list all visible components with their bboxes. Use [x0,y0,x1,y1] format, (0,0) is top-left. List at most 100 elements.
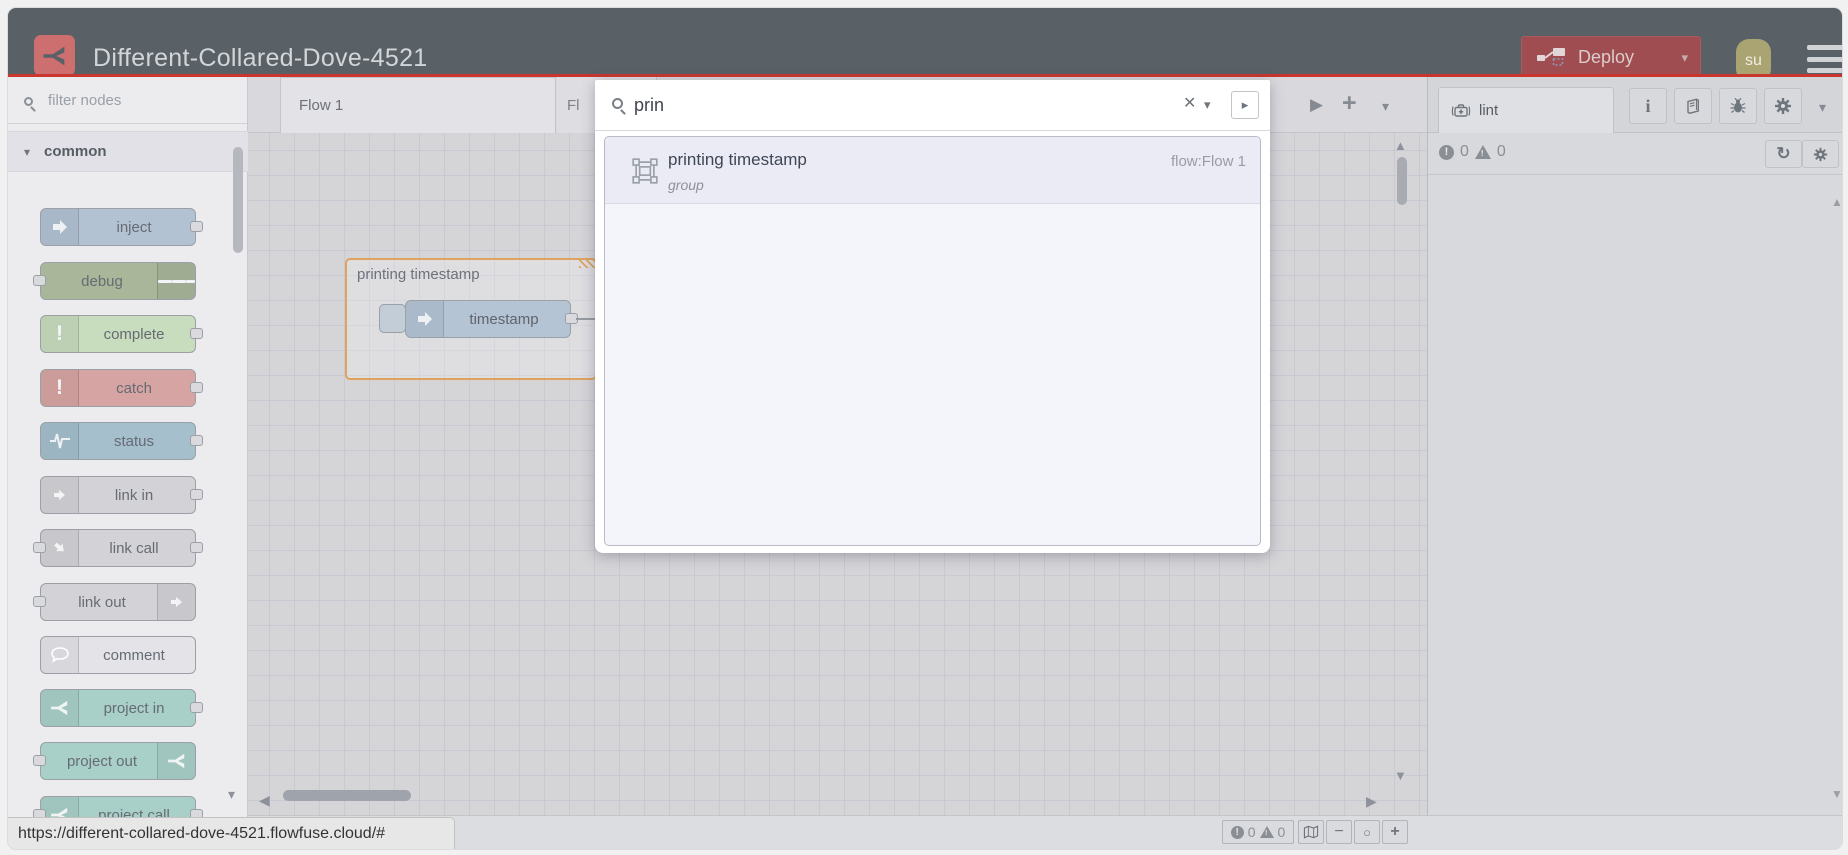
output-port [190,489,203,500]
browser-status-bubble: https://different-collared-dove-4521.flo… [8,817,455,849]
palette-node-debug[interactable]: debug [33,262,196,300]
canvas-scroll-up-icon[interactable]: ▲ [1394,138,1407,153]
add-flow-icon[interactable]: + [1342,89,1357,118]
deploy-icon [1536,46,1566,70]
input-port [33,755,46,766]
deploy-options-caret-icon[interactable]: ▾ [1681,50,1688,66]
inject-node-timestamp[interactable]: timestamp [405,300,578,338]
settings-gear-button[interactable] [1764,88,1802,124]
canvas-notification-counts[interactable]: ! 0 ! 0 [1222,820,1294,844]
info-button[interactable]: i [1629,88,1667,124]
lint-summary-bar: ! 0 ! 0 ↻ [1428,133,1842,175]
search-next-button[interactable]: ▸ [1231,91,1259,119]
main-menu-icon[interactable] [1807,45,1842,73]
comment-bubble-icon [41,637,79,673]
palette-node-status[interactable]: status [40,422,203,460]
input-port [33,596,46,607]
link-arrow-icon [41,530,79,566]
sidebar-scroll-up-icon[interactable]: ▲ [1831,195,1842,209]
output-port [190,702,203,713]
output-port [190,382,203,393]
clear-search-icon[interactable]: ✕ [1183,93,1196,113]
lint-settings-button[interactable] [1802,140,1839,168]
group-icon [632,158,658,189]
pulse-icon [41,423,79,459]
result-title: printing timestamp [668,150,807,169]
palette-scrollbar[interactable] [233,147,243,253]
palette-node-project-out[interactable]: project out [33,742,196,780]
palette-node-complete[interactable]: ! complete [40,315,203,353]
group-printing-timestamp[interactable]: printing timestamp timestamp [345,258,604,380]
error-count-icon: ! [1439,144,1454,160]
canvas-scroll-left-icon[interactable]: ◀ [259,792,270,809]
palette-node-comment[interactable]: comment [40,636,196,674]
inject-arrow-icon [41,209,79,245]
link-arrow-icon [41,477,79,513]
inject-trigger-button[interactable] [379,304,406,333]
deploy-label: Deploy [1578,47,1635,67]
palette-node-link-out[interactable]: link out [33,583,196,621]
sidebar-tab-bar: lint i ▾ [1428,77,1842,133]
refresh-button[interactable]: ↻ [1765,140,1802,168]
flow-list-caret-icon[interactable]: ▾ [1382,98,1389,115]
sidebar-menu-caret-icon[interactable]: ▾ [1819,99,1826,116]
inject-arrow-icon [406,301,444,337]
search-dialog: ✕ ▾ ▸ printing timestamp grou [595,80,1270,553]
search-options-caret-icon[interactable]: ▾ [1204,97,1211,113]
result-flow-label: flow:Flow 1 [1170,153,1246,170]
palette-node-link-in[interactable]: link in [40,476,203,514]
sidebar-scroll-down-icon[interactable]: ▼ [1831,787,1842,801]
exclamation-icon: ! [41,316,79,352]
chevron-down-icon: ▾ [24,144,31,159]
browser-window: Different-Collared-Dove-4521 Deploy ▾ su… [8,8,1842,849]
palette-node-catch[interactable]: ! catch [40,369,203,407]
palette-node-project-in[interactable]: project in [40,689,203,727]
palette-category-common[interactable]: ▾ common [8,131,248,172]
canvas-footer: ! 0 ! 0 − ○ + [248,815,1842,849]
output-port [190,435,203,446]
debug-bug-button[interactable] [1719,88,1757,124]
app-header: Different-Collared-Dove-4521 Deploy ▾ su [8,8,1842,82]
zoom-out-button[interactable]: − [1326,820,1352,844]
input-port [33,542,46,553]
node-palette: ▾ common inject debug ! complete ! catch… [8,77,248,849]
output-port [190,328,203,339]
palette-filter[interactable] [8,77,247,124]
status-url: https://different-collared-dove-4521.flo… [18,824,386,842]
minimap-button[interactable] [1298,820,1324,844]
palette-scroll-down-icon[interactable]: ▾ [228,786,235,803]
canvas-error-count: 0 [1247,824,1256,840]
canvas-vertical-scrollbar[interactable] [1397,157,1407,205]
search-input[interactable] [634,90,1154,120]
search-icon [612,96,623,114]
error-count-icon: ! [1230,825,1244,839]
palette-node-inject[interactable]: inject [40,208,203,246]
sidebar-warning-count: 0 [1496,143,1506,160]
output-port [190,221,203,232]
right-sidebar: lint i ▾ ! 0 ! 0 ↻ ▲ ▼ [1427,77,1842,815]
canvas-scroll-right-icon[interactable]: ▶ [1366,793,1377,810]
first-aid-kit-icon [1451,102,1471,120]
canvas-horizontal-scrollbar[interactable] [283,790,411,801]
search-result-item[interactable]: printing timestamp group flow:Flow 1 [605,137,1260,204]
tab-flow-1[interactable]: Flow 1 [280,77,598,133]
input-port [33,275,46,286]
debug-lines-icon [157,263,195,299]
zoom-in-button[interactable]: + [1382,820,1408,844]
canvas-scroll-down-icon[interactable]: ▼ [1394,768,1407,783]
exclamation-icon: ! [41,370,79,406]
deploy-button[interactable]: Deploy ▾ [1521,36,1701,79]
warning-count-icon: ! [1474,145,1491,159]
project-logo-icon [157,743,195,779]
filter-search-icon [24,93,33,111]
tab-lint[interactable]: lint [1438,87,1614,133]
help-book-button[interactable] [1674,88,1712,124]
palette-filter-input[interactable] [48,87,228,113]
sidebar-error-count: 0 [1460,143,1469,160]
tab-scroll-right-icon[interactable]: ▶ [1310,95,1323,115]
zoom-reset-button[interactable]: ○ [1354,820,1380,844]
palette-node-link-call[interactable]: link call [33,529,203,567]
result-type: group [668,177,704,193]
link-arrow-icon [157,584,195,620]
output-port [190,542,203,553]
